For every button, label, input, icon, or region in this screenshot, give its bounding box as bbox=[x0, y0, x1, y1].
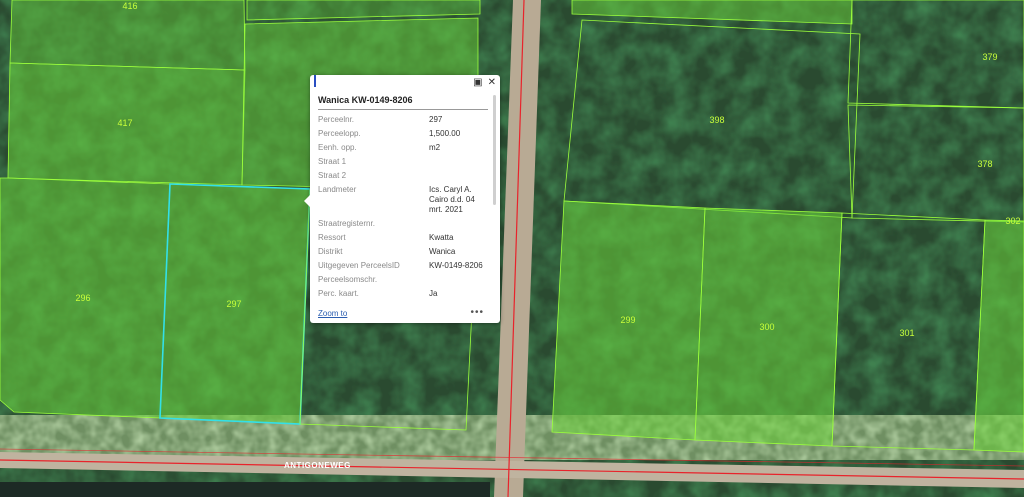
table-row: Landmeter Ics. Caryl A. Cairo d.d. 04 mrt… bbox=[318, 185, 488, 219]
popup-pointer bbox=[304, 195, 310, 207]
attr-key: Straat 1 bbox=[318, 157, 347, 166]
attr-value bbox=[429, 171, 488, 185]
table-row: Eenh. opp. m2 bbox=[318, 143, 488, 157]
attr-value: Ics. Caryl A. Cairo d.d. 04 mrt. 2021 bbox=[429, 185, 475, 214]
popup-toolbar: ▣ ✕ bbox=[473, 77, 496, 89]
attr-key: Perceelnr. bbox=[318, 115, 355, 124]
parcel-label-398: 398 bbox=[709, 115, 724, 125]
parcel-label-379: 379 bbox=[982, 52, 997, 62]
popup-accent-bar bbox=[314, 75, 316, 87]
attr-key: Perc. kaart. bbox=[318, 289, 359, 298]
table-row: Perceelopp. 1,500.00 bbox=[318, 129, 488, 143]
table-row: Perceelsomschr. bbox=[318, 275, 488, 289]
parcel-label-299: 299 bbox=[620, 315, 635, 325]
attr-value: 297 bbox=[429, 115, 443, 124]
canal-water bbox=[0, 482, 490, 497]
popup-scrollbar[interactable] bbox=[493, 95, 496, 205]
table-row: Straat 1 bbox=[318, 157, 488, 171]
parcel-label-417: 417 bbox=[117, 118, 132, 128]
map-view[interactable]: 416 417 296 297 398 379 378 302 299 300 … bbox=[0, 0, 1024, 497]
table-row: Straat 2 bbox=[318, 171, 488, 185]
more-options-icon[interactable]: ••• bbox=[470, 307, 484, 318]
attr-key: Eenh. opp. bbox=[318, 143, 357, 152]
table-row: Perceelnr. 297 bbox=[318, 115, 488, 129]
table-row: Ressort Kwatta bbox=[318, 233, 488, 247]
popup-title: Wanica KW-0149-8206 bbox=[318, 95, 488, 110]
attr-value bbox=[429, 275, 488, 289]
parcel-label-416: 416 bbox=[122, 1, 137, 11]
attr-key: Ressort bbox=[318, 233, 346, 242]
parcel-label-302: 302 bbox=[1005, 216, 1020, 226]
table-row: Distrikt Wanica bbox=[318, 247, 488, 261]
maximize-icon[interactable]: ▣ bbox=[473, 77, 482, 89]
attr-value: KW-0149-8206 bbox=[429, 261, 483, 270]
feature-popup[interactable]: ▣ ✕ Wanica KW-0149-8206 Perceelnr. 297 Pe… bbox=[304, 75, 500, 323]
attr-key: Distrikt bbox=[318, 247, 343, 256]
table-row: Uitgegeven PerceelsID KW-0149-8206 bbox=[318, 261, 488, 275]
parcel-label-378: 378 bbox=[977, 159, 992, 169]
attr-value: Kwatta bbox=[429, 233, 454, 242]
attr-value bbox=[429, 219, 488, 233]
table-row: Perc. kaart. Ja bbox=[318, 289, 488, 303]
close-icon[interactable]: ✕ bbox=[488, 77, 496, 89]
attr-value: m2 bbox=[429, 143, 441, 152]
attr-key: Perceelsomschr. bbox=[318, 275, 378, 284]
attr-key: Perceelopp. bbox=[318, 129, 361, 138]
parcel-label-296: 296 bbox=[75, 293, 90, 303]
attribute-table: Perceelnr. 297 Perceelopp. 1,500.00 Eenh. … bbox=[318, 115, 488, 303]
table-row: Straatregisternr. bbox=[318, 219, 488, 233]
attr-value bbox=[429, 157, 488, 171]
attr-value: 1,500.00 bbox=[429, 129, 461, 138]
road-label-antigoneweg: ANTIGONEWEG bbox=[284, 461, 351, 470]
parcel-label-301: 301 bbox=[899, 328, 914, 338]
parcel-label-297: 297 bbox=[226, 299, 241, 309]
attr-value: Wanica bbox=[429, 247, 456, 256]
attr-value: Ja bbox=[429, 289, 438, 298]
attr-key: Straatregisternr. bbox=[318, 219, 375, 228]
parcel-label-300: 300 bbox=[759, 322, 774, 332]
attr-key: Uitgegeven PerceelsID bbox=[318, 261, 400, 270]
attr-key: Straat 2 bbox=[318, 171, 347, 180]
zoom-to-link[interactable]: Zoom to bbox=[318, 309, 347, 318]
attr-key: Landmeter bbox=[318, 185, 357, 194]
